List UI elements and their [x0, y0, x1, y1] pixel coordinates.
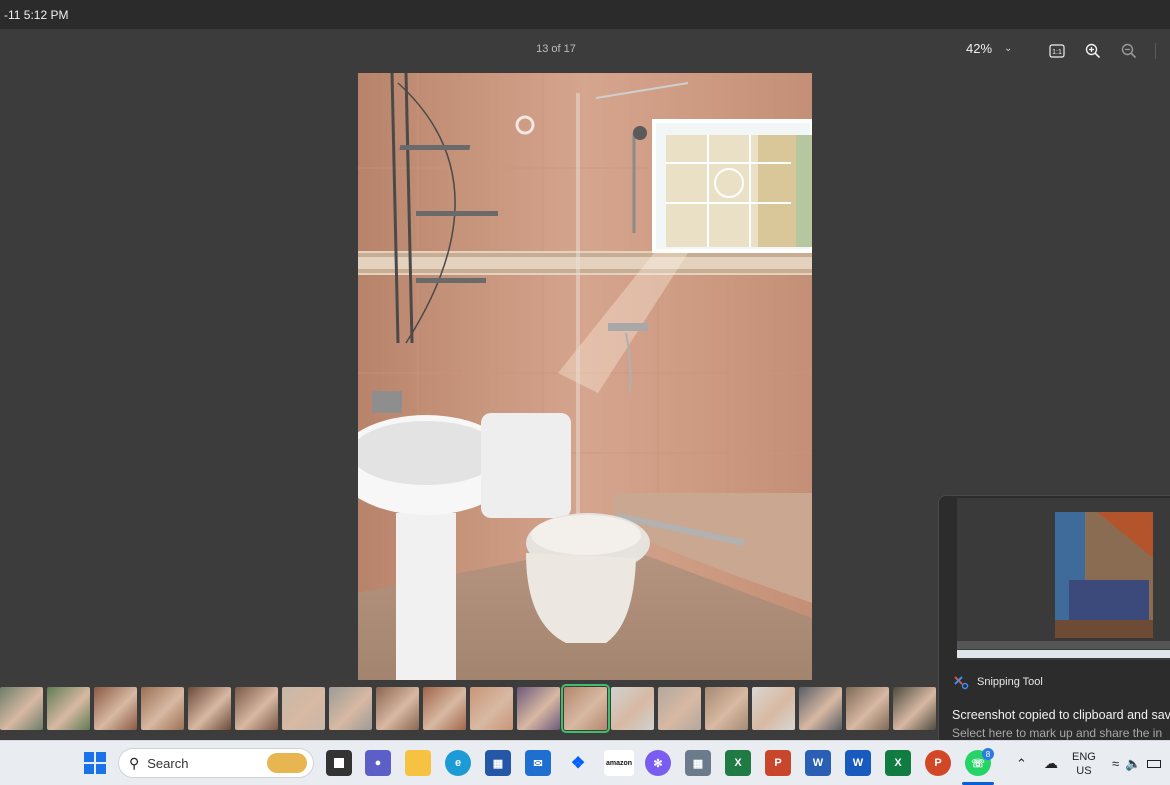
- powerpoint-alt-icon: P: [934, 757, 942, 769]
- filmstrip-thumbnail[interactable]: [517, 687, 560, 730]
- svg-text:1:1: 1:1: [1052, 49, 1062, 56]
- filmstrip-thumbnail[interactable]: [799, 687, 842, 730]
- search-highlight-icon: [267, 753, 307, 773]
- chevron-up-icon: ⌃: [1016, 755, 1027, 771]
- whatsapp-badge: 8: [982, 748, 994, 760]
- store-icon: ▦: [492, 757, 504, 770]
- copilot-button[interactable]: ✻: [645, 750, 671, 776]
- filmstrip-thumbnail[interactable]: [423, 687, 466, 730]
- word-button[interactable]: W: [805, 750, 831, 776]
- taskbar: ⚲ Search ● e ▦ ✉ ❖ amazon ✻ ▦ X P W W X …: [0, 740, 1170, 785]
- volume-icon: 🔈: [1125, 755, 1142, 771]
- filmstrip-thumbnail[interactable]: [611, 687, 654, 730]
- quick-settings[interactable]: ≈ 🔈: [1112, 741, 1162, 785]
- powerpoint-alt-button[interactable]: P: [925, 750, 951, 776]
- start-button[interactable]: [82, 750, 108, 776]
- edge-icon: e: [454, 757, 462, 769]
- language-line2: US: [1076, 764, 1092, 777]
- screenshot-preview: [957, 498, 1170, 660]
- filmstrip-thumbnail[interactable]: [752, 687, 795, 730]
- filmstrip-thumbnail[interactable]: [47, 687, 90, 730]
- file-explorer-button[interactable]: [405, 750, 431, 776]
- excel-icon: X: [734, 757, 742, 769]
- zoom-level: 42%: [966, 41, 993, 56]
- bathroom-photo-illustration: [358, 73, 812, 680]
- search-icon: ⚲: [129, 754, 140, 771]
- word-icon: W: [812, 757, 824, 769]
- excel-alt-button[interactable]: X: [885, 750, 911, 776]
- language-indicator[interactable]: ENG US: [1072, 741, 1096, 785]
- filmstrip[interactable]: [0, 684, 940, 735]
- toast-message: Screenshot copied to clipboard and sav: [952, 708, 1170, 722]
- main-photo[interactable]: [358, 73, 812, 680]
- taskbar-search[interactable]: ⚲ Search: [118, 748, 314, 778]
- windows-logo-icon: [84, 752, 106, 774]
- dropbox-icon: ❖: [570, 755, 586, 772]
- cloud-icon: ☁: [1044, 755, 1058, 771]
- word-alt-button[interactable]: W: [845, 750, 871, 776]
- teams-button[interactable]: ●: [365, 750, 391, 776]
- copilot-icon: ✻: [653, 757, 663, 770]
- toast-app-name: Snipping Tool: [977, 676, 1043, 688]
- image-counter: 13 of 17: [536, 43, 576, 55]
- actual-size-button[interactable]: 1:1: [1047, 41, 1067, 61]
- edge-button[interactable]: e: [445, 750, 471, 776]
- chevron-down-icon: ⌄: [1004, 43, 1013, 54]
- snipping-notification[interactable]: Snipping Tool Screenshot copied to clipb…: [938, 495, 1170, 759]
- toast-subtext: Select here to mark up and share the in: [952, 726, 1163, 740]
- zoom-in-icon: [1085, 43, 1101, 59]
- calculator-button[interactable]: ▦: [685, 750, 711, 776]
- filmstrip-thumbnail[interactable]: [470, 687, 513, 730]
- wifi-icon: ≈: [1112, 756, 1120, 771]
- powerpoint-button[interactable]: P: [765, 750, 791, 776]
- zoom-dropdown[interactable]: 42% ⌄: [966, 41, 1012, 56]
- zoom-out-icon: [1121, 43, 1137, 59]
- whatsapp-icon: ☏: [971, 757, 985, 770]
- screenshot-thumbnail-image: [957, 498, 1170, 660]
- toolbar-divider: [1155, 43, 1156, 59]
- excel-alt-icon: X: [894, 757, 902, 769]
- filmstrip-thumbnail[interactable]: [705, 687, 748, 730]
- photos-app: -11 5:12 PM 13 of 17 42% ⌄ 1:1 Snipping …: [0, 0, 1170, 785]
- dropbox-button[interactable]: ❖: [565, 750, 591, 776]
- snipping-tool-icon: [954, 676, 969, 690]
- filmstrip-thumbnail[interactable]: [658, 687, 701, 730]
- filmstrip-thumbnail[interactable]: [94, 687, 137, 730]
- task-view-button[interactable]: [326, 750, 352, 776]
- store-button[interactable]: ▦: [485, 750, 511, 776]
- zoom-out-button[interactable]: [1119, 41, 1139, 61]
- search-label: Search: [147, 755, 189, 771]
- filmstrip-thumbnail[interactable]: [0, 687, 43, 730]
- battery-icon: [1147, 759, 1162, 768]
- teams-icon: ●: [374, 757, 382, 769]
- powerpoint-icon: P: [774, 757, 782, 769]
- word-alt-icon: W: [852, 757, 864, 769]
- zoom-in-button[interactable]: [1083, 41, 1103, 61]
- image-viewer: 13 of 17 42% ⌄ 1:1 Snipping Tool Screens…: [0, 29, 1170, 759]
- task-view-icon: [334, 758, 344, 768]
- filmstrip-thumbnail[interactable]: [329, 687, 372, 730]
- filmstrip-thumbnail[interactable]: [282, 687, 325, 730]
- mail-icon: ✉: [533, 757, 543, 770]
- excel-button[interactable]: X: [725, 750, 751, 776]
- toast-app-row: Snipping Tool: [953, 674, 1043, 690]
- filmstrip-thumbnail[interactable]: [376, 687, 419, 730]
- filmstrip-thumbnail[interactable]: [561, 684, 610, 733]
- filmstrip-thumbnail[interactable]: [235, 687, 278, 730]
- filmstrip-thumbnail[interactable]: [188, 687, 231, 730]
- calculator-icon: ▦: [692, 757, 704, 770]
- title-bar: -11 5:12 PM: [0, 0, 1170, 29]
- filmstrip-thumbnail[interactable]: [141, 687, 184, 730]
- filmstrip-thumbnail[interactable]: [893, 687, 936, 730]
- amazon-icon: amazon: [605, 759, 633, 767]
- language-line1: ENG: [1072, 750, 1096, 763]
- filmstrip-thumbnail[interactable]: [846, 687, 889, 730]
- onedrive-button[interactable]: ☁: [1044, 741, 1058, 785]
- show-hidden-icons-button[interactable]: ⌃: [1016, 741, 1027, 785]
- amazon-button[interactable]: amazon: [604, 750, 634, 776]
- actual-size-icon: 1:1: [1049, 44, 1065, 58]
- title-text: -11 5:12 PM: [4, 7, 69, 22]
- mail-button[interactable]: ✉: [525, 750, 551, 776]
